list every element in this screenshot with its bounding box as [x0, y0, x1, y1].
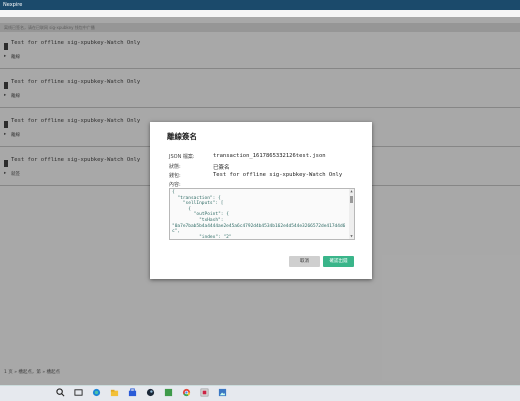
steam-icon[interactable] [145, 388, 156, 399]
file-explorer-icon[interactable] [109, 388, 120, 399]
photos-icon[interactable] [217, 388, 228, 399]
window-title: Nexpire [3, 2, 23, 8]
task-view-icon[interactable] [73, 388, 84, 399]
scroll-up-icon[interactable]: ▲ [349, 189, 354, 194]
content-label: 內容: [169, 182, 181, 188]
title-bar: Nexpire [0, 0, 520, 10]
content-text: { "transaction": { "sellInputs": [ { "ou… [172, 190, 346, 240]
taskbar [0, 385, 520, 401]
wallet-value: Test for offline sig-xpubkey-Watch Only [213, 172, 343, 178]
offline-sign-dialog: 離線簽名 JSON 檔案: transaction_1617865332126t… [150, 122, 372, 279]
wallet-label: 錢包: [169, 173, 181, 179]
dialog-title: 離線簽名 [167, 132, 197, 141]
confirm-button[interactable]: 確認出錢 [323, 256, 354, 267]
app-icon[interactable] [163, 388, 174, 399]
json-file-label: JSON 檔案: [169, 154, 195, 160]
json-file-value: transaction_1617865332126test.json [213, 153, 326, 159]
scroll-down-icon[interactable]: ▼ [349, 234, 354, 239]
status-label: 狀態: [169, 164, 181, 170]
store-icon[interactable] [127, 388, 138, 399]
edge-icon[interactable] [91, 388, 102, 399]
content-textarea[interactable]: { "transaction": { "sellInputs": [ { "ou… [169, 188, 355, 240]
status-value: 已簽名 [213, 165, 230, 171]
search-icon[interactable] [55, 388, 66, 399]
chrome-icon[interactable] [181, 388, 192, 399]
scroll-thumb[interactable] [350, 196, 353, 203]
scrollbar[interactable]: ▲ ▼ [349, 189, 354, 239]
cancel-button[interactable]: 取消 [289, 256, 320, 267]
app-icon[interactable] [199, 388, 210, 399]
